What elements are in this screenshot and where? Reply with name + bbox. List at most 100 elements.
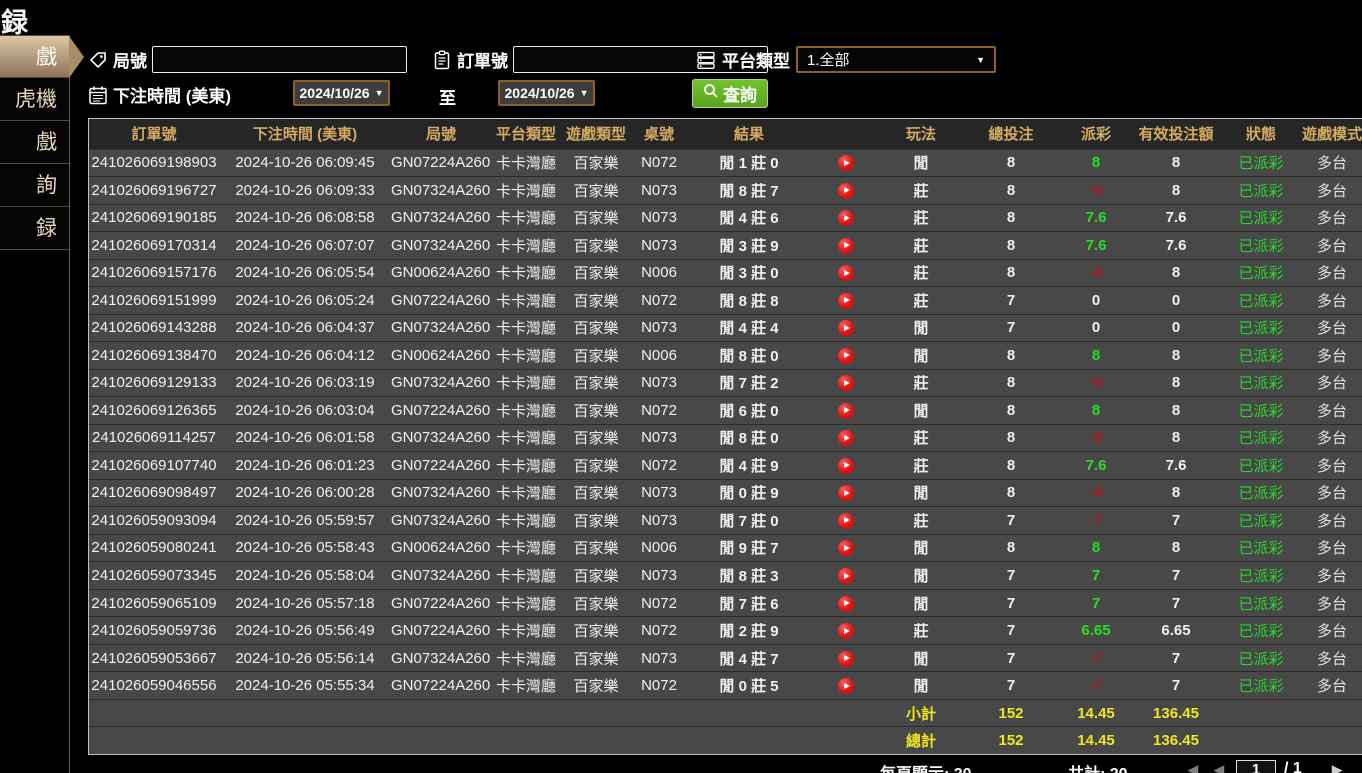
platform-cell: 卡卡灣廳 bbox=[491, 259, 561, 287]
column-header bbox=[811, 119, 881, 149]
replay-play-icon[interactable] bbox=[838, 458, 854, 474]
payout-cell: -8 bbox=[1061, 177, 1131, 205]
status-cell: 已派彩 bbox=[1221, 644, 1301, 672]
platform-cell: 卡卡灣廳 bbox=[491, 424, 561, 452]
sidebar-item[interactable]: 虎機 bbox=[0, 78, 69, 121]
replay-play-icon[interactable] bbox=[838, 651, 854, 667]
replay-play-icon[interactable] bbox=[838, 265, 854, 281]
replay-play-icon[interactable] bbox=[838, 210, 854, 226]
date-from-picker[interactable]: 2024/10/26 ▼ bbox=[293, 80, 390, 106]
payout-cell: -8 bbox=[1061, 424, 1131, 452]
game-mode-cell: 多台 bbox=[1301, 672, 1362, 700]
total-bet-cell: 7 bbox=[961, 562, 1061, 590]
result-cell: 閒 8 莊 7 bbox=[687, 177, 811, 205]
replay-play-icon[interactable] bbox=[838, 320, 854, 336]
status-cell: 已派彩 bbox=[1221, 259, 1301, 287]
replay-play-icon[interactable] bbox=[838, 513, 854, 529]
payout-cell: 8 bbox=[1061, 534, 1131, 562]
replay-play-icon[interactable] bbox=[838, 678, 854, 694]
bet-time-cell: 2024-10-26 05:58:43 bbox=[219, 534, 391, 562]
game-type-cell: 百家樂 bbox=[561, 369, 631, 397]
total-row-label: 總計 bbox=[881, 727, 961, 754]
play-method-cell: 閒 bbox=[881, 397, 961, 425]
sidebar-item[interactable]: 戲 bbox=[0, 121, 69, 164]
round-number-cell: GN07324A260ER bbox=[391, 479, 491, 507]
replay-cell bbox=[811, 204, 881, 232]
replay-play-icon[interactable] bbox=[838, 430, 854, 446]
sidebar-item[interactable]: 詢 bbox=[0, 164, 69, 207]
replay-play-icon[interactable] bbox=[838, 183, 854, 199]
column-header: 遊戲模式 bbox=[1301, 119, 1362, 149]
result-cell: 閒 4 莊 6 bbox=[687, 204, 811, 232]
result-cell: 閒 8 莊 8 bbox=[687, 287, 811, 315]
bet-time-cell: 2024-10-26 05:56:14 bbox=[219, 644, 391, 672]
table-number-cell: N072 bbox=[631, 672, 687, 700]
game-mode-cell: 多台 bbox=[1301, 424, 1362, 452]
first-page-icon[interactable]: ◀ bbox=[1188, 762, 1198, 773]
replay-play-icon[interactable] bbox=[838, 375, 854, 391]
platform-cell: 卡卡灣廳 bbox=[491, 397, 561, 425]
replay-play-icon[interactable] bbox=[838, 540, 854, 556]
subtotal-row-valid-bet: 136.45 bbox=[1131, 699, 1221, 727]
replay-play-icon[interactable] bbox=[838, 568, 854, 584]
per-page-label: 每頁顯示: 20 bbox=[880, 760, 972, 773]
replay-cell bbox=[811, 562, 881, 590]
next-page-icon[interactable]: ▶ bbox=[1332, 762, 1342, 773]
result-cell: 閒 7 莊 0 bbox=[687, 507, 811, 535]
round-number-input[interactable] bbox=[152, 46, 407, 73]
result-cell: 閒 7 莊 6 bbox=[687, 589, 811, 617]
game-mode-cell: 多台 bbox=[1301, 314, 1362, 342]
bet-time-cell: 2024-10-26 06:00:28 bbox=[219, 479, 391, 507]
query-button[interactable]: 查詢 bbox=[692, 79, 768, 108]
result-cell: 閒 8 莊 0 bbox=[687, 342, 811, 370]
table-number-cell: N073 bbox=[631, 177, 687, 205]
total-bet-cell: 8 bbox=[961, 479, 1061, 507]
round-number-cell: GN00624A260FP bbox=[391, 342, 491, 370]
replay-play-icon[interactable] bbox=[838, 485, 854, 501]
payout-cell: 8 bbox=[1061, 342, 1131, 370]
page-number-input[interactable]: 1 bbox=[1236, 760, 1276, 773]
sidebar-item[interactable]: 戲 bbox=[0, 35, 69, 78]
table-number-cell: N006 bbox=[631, 534, 687, 562]
platform-type-label: 平台類型 bbox=[722, 47, 790, 72]
table-number-cell: N072 bbox=[631, 397, 687, 425]
table-body: 2410260691989032024-10-26 06:09:45GN0722… bbox=[89, 149, 1362, 754]
status-cell: 已派彩 bbox=[1221, 177, 1301, 205]
status-cell: 已派彩 bbox=[1221, 397, 1301, 425]
game-mode-cell: 多台 bbox=[1301, 204, 1362, 232]
date-to-picker[interactable]: 2024/10/26 ▼ bbox=[498, 80, 595, 106]
table-row: 2410260690984972024-10-26 06:00:28GN0732… bbox=[89, 479, 1362, 507]
replay-play-icon[interactable] bbox=[838, 596, 854, 612]
order-number-cell: 241026059073345 bbox=[89, 562, 219, 590]
replay-play-icon[interactable] bbox=[838, 348, 854, 364]
replay-play-icon[interactable] bbox=[838, 155, 854, 171]
sidebar-item-label: 戲 bbox=[36, 131, 57, 154]
bet-time-cell: 2024-10-26 06:04:12 bbox=[219, 342, 391, 370]
subtotal-row-label: 小計 bbox=[881, 699, 961, 727]
game-type-cell: 百家樂 bbox=[561, 507, 631, 535]
result-cell: 閒 8 莊 3 bbox=[687, 562, 811, 590]
table-number-cell: N073 bbox=[631, 369, 687, 397]
prev-page-icon[interactable]: ◀ bbox=[1214, 762, 1224, 773]
platform-cell: 卡卡灣廳 bbox=[491, 369, 561, 397]
sidebar-item-label: 戲 bbox=[36, 46, 57, 69]
platform-type-select[interactable]: 1.全部 ▼ bbox=[796, 46, 996, 73]
replay-play-icon[interactable] bbox=[838, 403, 854, 419]
replay-play-icon[interactable] bbox=[838, 293, 854, 309]
total-bet-cell: 8 bbox=[961, 177, 1061, 205]
replay-play-icon[interactable] bbox=[838, 238, 854, 254]
replay-play-icon[interactable] bbox=[838, 623, 854, 639]
result-cell: 閒 8 莊 0 bbox=[687, 424, 811, 452]
caret-down-icon: ▼ bbox=[976, 55, 985, 65]
game-mode-cell: 多台 bbox=[1301, 617, 1362, 645]
status-cell: 已派彩 bbox=[1221, 342, 1301, 370]
order-number-cell: 241026059053667 bbox=[89, 644, 219, 672]
sidebar-item[interactable]: 録 bbox=[0, 207, 69, 250]
round-number-cell: GN07324A260F1 bbox=[391, 232, 491, 260]
platform-type-value: 1.全部 bbox=[807, 49, 850, 70]
table-number-cell: N072 bbox=[631, 452, 687, 480]
game-mode-cell: 多台 bbox=[1301, 342, 1362, 370]
valid-bet-cell: 7 bbox=[1131, 507, 1221, 535]
replay-cell bbox=[811, 397, 881, 425]
order-number-cell: 241026059046556 bbox=[89, 672, 219, 700]
